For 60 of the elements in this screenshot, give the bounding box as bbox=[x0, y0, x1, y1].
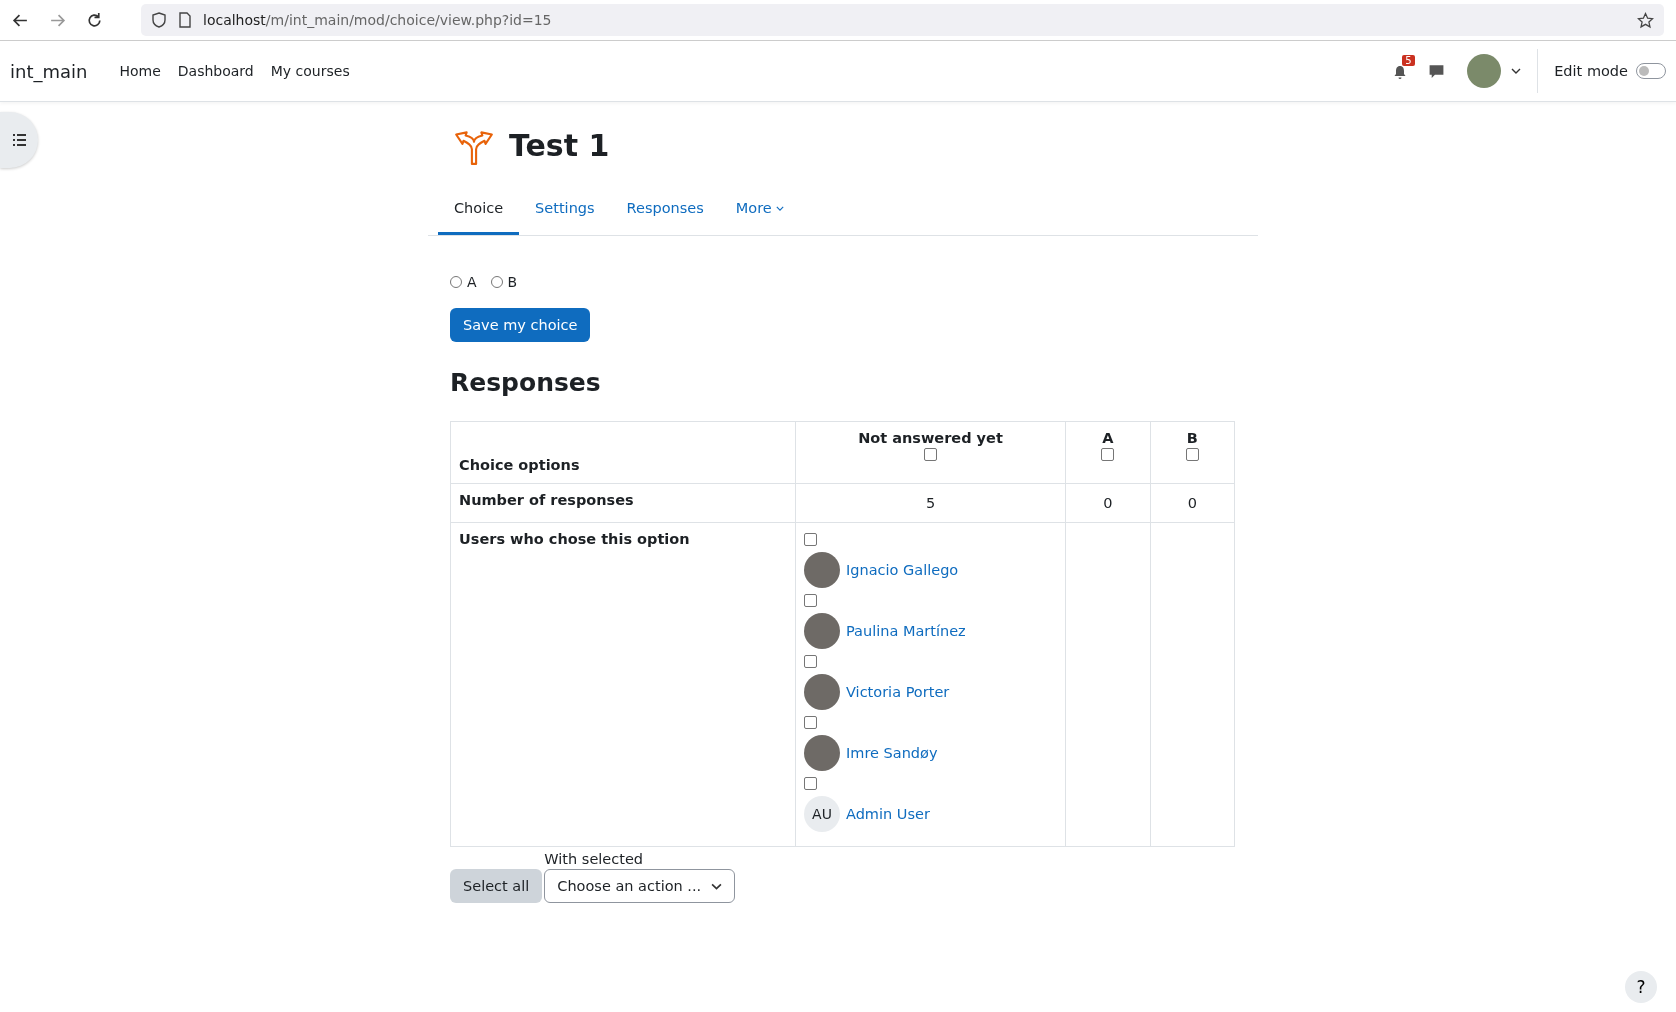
nav-tab[interactable]: More bbox=[719, 188, 800, 235]
user-link[interactable]: Paulina Martínez bbox=[846, 623, 966, 639]
address-bar[interactable]: localhost/m/int_main/mod/choice/view.php?id=15 bbox=[141, 4, 1664, 36]
table-cell: 5 bbox=[925, 495, 936, 511]
star-icon[interactable] bbox=[1637, 11, 1654, 29]
row-header: Users who chose this option bbox=[459, 531, 690, 547]
row-header: Number of responses bbox=[459, 492, 634, 508]
url-text: localhost/m/int_main/mod/choice/view.php?id=15 bbox=[203, 12, 553, 28]
option-radio[interactable]: B bbox=[490, 274, 518, 290]
action-select[interactable]: Choose an action ... bbox=[544, 869, 736, 903]
nav-tab[interactable]: Responses bbox=[610, 188, 720, 235]
user-checkbox[interactable] bbox=[804, 594, 817, 607]
option-radio[interactable]: A bbox=[450, 274, 477, 290]
column-header: B bbox=[1185, 430, 1199, 446]
user-link[interactable]: Imre Sandøy bbox=[846, 745, 938, 761]
column-header: A bbox=[1101, 430, 1115, 446]
avatar-photo bbox=[804, 552, 840, 588]
avatar-photo[interactable] bbox=[1467, 54, 1502, 88]
column-checkbox[interactable] bbox=[1101, 448, 1115, 461]
user-checkbox[interactable] bbox=[804, 716, 817, 729]
select-all-button[interactable]: Select all bbox=[450, 869, 543, 903]
reload-icon[interactable] bbox=[86, 11, 103, 29]
nav-tab[interactable]: Settings bbox=[519, 188, 611, 235]
nav-link[interactable]: My courses bbox=[270, 63, 350, 79]
page-icon bbox=[177, 12, 193, 28]
site-name[interactable]: int_main bbox=[10, 60, 88, 82]
column-checkbox[interactable] bbox=[1185, 448, 1199, 461]
caret-icon bbox=[711, 882, 723, 890]
avatar-photo bbox=[804, 613, 840, 649]
table-cell: 0 bbox=[1103, 495, 1113, 511]
section-heading: Responses bbox=[450, 368, 602, 397]
column-checkbox[interactable] bbox=[924, 448, 937, 461]
user-checkbox[interactable] bbox=[804, 777, 817, 790]
help-button[interactable]: ? bbox=[1625, 971, 1657, 1003]
caret-icon[interactable] bbox=[1511, 68, 1522, 74]
row-header: Choice options bbox=[459, 457, 580, 473]
drawer-toggle-button[interactable] bbox=[0, 112, 38, 168]
nav-tab[interactable]: Choice bbox=[438, 188, 520, 235]
user-link[interactable]: Victoria Porter bbox=[846, 684, 950, 700]
nav-link[interactable]: Dashboard bbox=[177, 63, 254, 79]
column-header: Not answered yet bbox=[857, 430, 1004, 446]
save-choice-button[interactable]: Save my choice bbox=[450, 308, 591, 342]
avatar-photo bbox=[804, 735, 840, 771]
table-cell: 0 bbox=[1187, 495, 1197, 511]
user-checkbox[interactable] bbox=[804, 655, 817, 668]
caret-icon bbox=[775, 205, 784, 211]
edit-mode-label: Edit mode bbox=[1554, 63, 1628, 79]
user-checkbox[interactable] bbox=[804, 533, 817, 546]
shield-icon bbox=[151, 12, 167, 28]
with-selected-label: With selected bbox=[544, 851, 645, 867]
chat-icon[interactable] bbox=[1428, 62, 1446, 80]
user-link[interactable]: Admin User bbox=[846, 806, 930, 822]
edit-mode-toggle[interactable] bbox=[1636, 63, 1666, 79]
avatar-photo bbox=[804, 674, 840, 710]
page-title: Test 1 bbox=[509, 127, 610, 163]
list-icon bbox=[11, 132, 27, 148]
avatar-initials: AU bbox=[804, 796, 840, 832]
nav-link[interactable]: Home bbox=[119, 63, 161, 79]
notification-badge: 5 bbox=[1402, 55, 1415, 66]
user-link[interactable]: Ignacio Gallego bbox=[846, 562, 959, 578]
